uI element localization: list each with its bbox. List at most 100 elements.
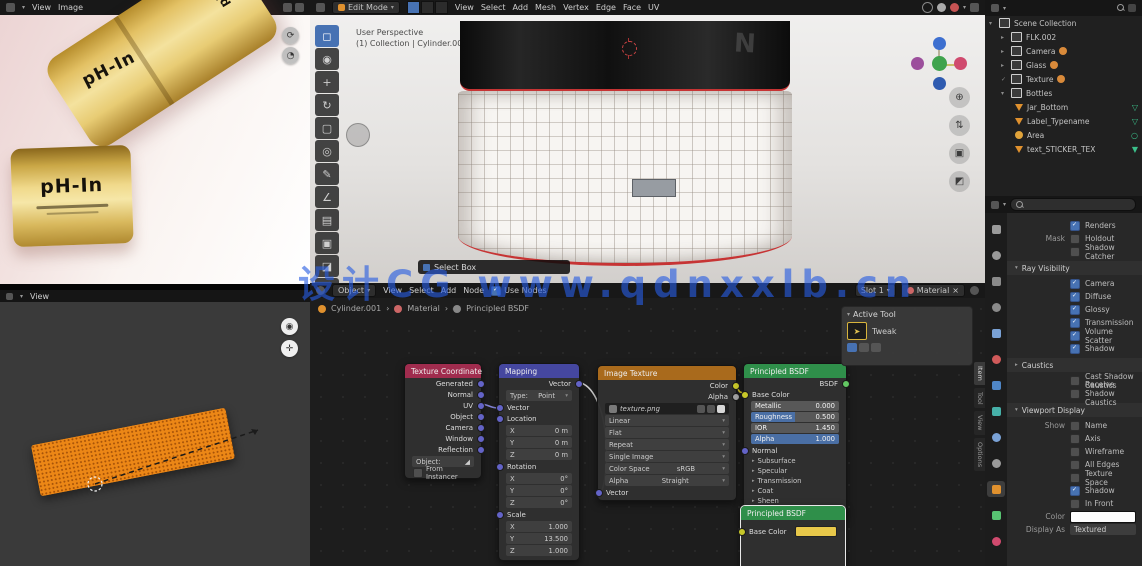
node-header[interactable]: Mapping bbox=[499, 364, 579, 378]
socket-base-color[interactable] bbox=[740, 391, 749, 399]
unlink-image-icon[interactable] bbox=[717, 404, 725, 413]
tab-options[interactable]: Options bbox=[974, 437, 985, 471]
tab-material[interactable] bbox=[987, 533, 1005, 549]
rotation-x-field[interactable]: X 0° bbox=[506, 473, 572, 484]
scale-y-field[interactable]: Y 13.500 bbox=[506, 533, 572, 544]
socket-location[interactable] bbox=[495, 415, 504, 423]
image-editor-type-icon[interactable] bbox=[6, 3, 15, 12]
editor-type-icon[interactable] bbox=[316, 3, 325, 12]
glossy-checkbox[interactable] bbox=[1070, 304, 1080, 315]
pan-button[interactable]: ⇅ bbox=[949, 115, 970, 136]
transmission-checkbox[interactable] bbox=[1070, 317, 1080, 328]
show-shadow-checkbox[interactable] bbox=[1070, 485, 1080, 496]
node-principled-bsdf[interactable]: Principled BSDF BSDF Base Color Metallic… bbox=[740, 363, 850, 519]
operator-panel[interactable]: Select Box bbox=[418, 260, 570, 274]
menu-vertex[interactable]: Vertex bbox=[563, 3, 589, 12]
image-datablock[interactable]: texture.png bbox=[605, 403, 729, 414]
selected-face[interactable] bbox=[632, 179, 676, 197]
alpha-slider[interactable]: Alpha 1.000 bbox=[751, 434, 839, 444]
show-texture-space-checkbox[interactable] bbox=[1070, 472, 1080, 483]
menu-select[interactable]: Select bbox=[481, 3, 506, 12]
socket-window[interactable] bbox=[476, 435, 485, 443]
mode-selector[interactable]: Edit Mode ▾ bbox=[332, 1, 400, 14]
caustics-panel[interactable]: ▸ Caustics bbox=[1007, 358, 1142, 372]
holdout-checkbox[interactable] bbox=[1070, 233, 1080, 244]
overlay-button[interactable]: ◔ bbox=[282, 47, 299, 64]
menu-face[interactable]: Face bbox=[623, 3, 641, 12]
face-select-icon[interactable] bbox=[434, 1, 448, 14]
navigation-gizmo[interactable] bbox=[911, 37, 967, 93]
color-swatch[interactable] bbox=[795, 526, 837, 537]
tab-particles[interactable] bbox=[987, 429, 1005, 445]
tab-item[interactable]: Item bbox=[974, 362, 985, 385]
metallic-slider[interactable]: Metallic 0.000 bbox=[751, 401, 839, 411]
location-z-field[interactable]: Z0 m bbox=[506, 449, 572, 460]
volume-scatter-checkbox[interactable] bbox=[1070, 330, 1080, 341]
measure-tool[interactable]: ∠ bbox=[315, 186, 339, 208]
extrude-tool[interactable]: ▤ bbox=[315, 209, 339, 231]
outliner-type-icon[interactable] bbox=[991, 4, 999, 12]
socket-vector-in[interactable] bbox=[594, 489, 603, 497]
socket-scale[interactable] bbox=[495, 511, 504, 519]
display-toggle-icon[interactable] bbox=[859, 343, 869, 352]
show-wireframe-checkbox[interactable] bbox=[1070, 446, 1080, 457]
from-instancer-row[interactable]: From Instancer bbox=[405, 465, 481, 481]
gizmo-z-ball[interactable] bbox=[933, 37, 946, 50]
tab-physics[interactable] bbox=[987, 455, 1005, 471]
zoom-button[interactable]: ⊕ bbox=[949, 87, 970, 108]
annotate-tool[interactable]: ✎ bbox=[315, 163, 339, 185]
object-color-swatch[interactable] bbox=[1070, 510, 1136, 523]
socket-rotation[interactable] bbox=[495, 463, 504, 471]
perspective-toggle-button[interactable]: ◩ bbox=[949, 171, 970, 192]
diffuse-checkbox[interactable] bbox=[1070, 291, 1080, 302]
cylinder-label-mesh[interactable]: N bbox=[460, 21, 790, 91]
use-nodes-toggle[interactable]: Use Nodes bbox=[491, 285, 547, 296]
menu-add[interactable]: Add bbox=[513, 3, 529, 12]
editor-type-icon[interactable] bbox=[6, 292, 13, 300]
tab-object[interactable] bbox=[987, 481, 1005, 497]
roughness-slider[interactable]: Roughness 0.500 bbox=[751, 412, 839, 422]
menu-select[interactable]: Select bbox=[409, 286, 434, 295]
projection-dropdown[interactable]: Flat ▾ bbox=[605, 427, 729, 438]
receive-caustics-checkbox[interactable] bbox=[1070, 388, 1080, 399]
renders-checkbox[interactable] bbox=[1070, 220, 1080, 231]
location-x-field[interactable]: X0 m bbox=[506, 425, 572, 436]
light-gizmo[interactable] bbox=[346, 123, 370, 147]
shader-type-dropdown[interactable]: Object ▾ bbox=[332, 284, 377, 297]
location-y-field[interactable]: Y0 m bbox=[506, 437, 572, 448]
show-in-front-checkbox[interactable] bbox=[1070, 498, 1080, 509]
viewport-canvas[interactable]: User Perspective (1) Collection | Cylind… bbox=[310, 15, 985, 283]
alpha-mode-dropdown[interactable]: Alpha Straight ▾ bbox=[605, 475, 729, 486]
mapping-type-dropdown[interactable]: Type: Point ▾ bbox=[506, 390, 572, 401]
node-image-texture[interactable]: Image Texture Color Alpha texture.png Li… bbox=[594, 365, 740, 501]
outliner-row[interactable]: text_STICKER_TEX ▼ bbox=[985, 142, 1142, 156]
tab-output[interactable] bbox=[987, 273, 1005, 289]
outliner-row[interactable]: ▸ Glass bbox=[985, 58, 1142, 72]
menu-uv[interactable]: UV bbox=[648, 3, 659, 12]
socket-alpha-out[interactable] bbox=[731, 393, 740, 401]
extension-dropdown[interactable]: Repeat ▾ bbox=[605, 439, 729, 450]
outliner-row-scene-collection[interactable]: ▾ Scene Collection bbox=[985, 16, 1142, 30]
gizmo-y-ball[interactable] bbox=[911, 57, 924, 70]
tab-scene[interactable] bbox=[987, 325, 1005, 341]
outliner-row[interactable]: ✓ Texture bbox=[985, 72, 1142, 86]
tab-data[interactable] bbox=[987, 507, 1005, 523]
menu-edge[interactable]: Edge bbox=[596, 3, 616, 12]
node-texture-coordinate[interactable]: Texture Coordinate Generated Normal UV O… bbox=[404, 363, 485, 481]
cast-caustics-checkbox[interactable] bbox=[1070, 375, 1080, 386]
camera-view-button[interactable]: ▣ bbox=[949, 143, 970, 164]
new-image-icon[interactable] bbox=[707, 404, 715, 413]
overlay-button[interactable]: ◉ bbox=[281, 318, 298, 335]
cylinder-wireframe-mesh[interactable] bbox=[458, 91, 792, 266]
properties-type-icon[interactable] bbox=[991, 200, 999, 209]
show-all-edges-checkbox[interactable] bbox=[1070, 459, 1080, 470]
slot-dropdown[interactable]: Slot 1 ▾ bbox=[854, 284, 896, 297]
wireframe-shading-icon[interactable] bbox=[921, 2, 933, 13]
overlays-icon[interactable] bbox=[970, 3, 979, 12]
panel-subsurface[interactable]: ▸ Subsurface bbox=[744, 456, 846, 466]
ray-visibility-panel[interactable]: ▾ Ray Visibility bbox=[1007, 261, 1142, 275]
outliner-row[interactable]: Area ○ bbox=[985, 128, 1142, 142]
menu-view[interactable]: View bbox=[455, 3, 474, 12]
search-icon[interactable] bbox=[1117, 4, 1124, 11]
outliner-row[interactable]: ▸ Camera bbox=[985, 44, 1142, 58]
